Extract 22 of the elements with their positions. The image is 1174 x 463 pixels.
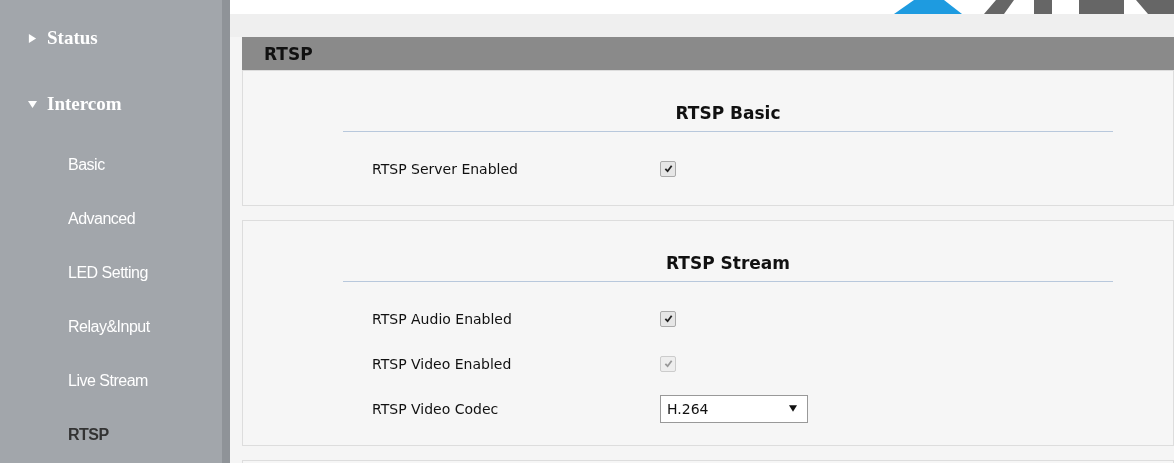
section-title: RTSP Basic bbox=[343, 71, 1113, 132]
submenu-item[interactable]: LED Setting bbox=[68, 264, 148, 288]
submenu-item[interactable]: Relay&Input bbox=[68, 318, 150, 342]
checkbox[interactable] bbox=[660, 310, 676, 327]
menu-item[interactable]: Status bbox=[28, 24, 98, 52]
checkbox[interactable] bbox=[660, 160, 676, 177]
caret-icon bbox=[789, 405, 797, 412]
submenu-item[interactable]: Basic bbox=[68, 156, 105, 180]
menu-item[interactable]: Intercom bbox=[28, 90, 122, 118]
checkmark-icon bbox=[663, 164, 673, 173]
field-label: RTSP Audio Enabled bbox=[372, 310, 513, 327]
field-label: RTSP Server Enabled bbox=[372, 160, 519, 177]
panel-title: RTSP bbox=[264, 43, 313, 64]
codec-dropdown[interactable]: H.264 bbox=[660, 394, 808, 423]
field-label: RTSP Video Codec bbox=[372, 400, 500, 417]
checkmark-icon bbox=[663, 359, 673, 368]
field-label: RTSP Video Enabled bbox=[372, 355, 513, 372]
submenu-item[interactable]: Advanced bbox=[68, 210, 136, 234]
checkmark-icon bbox=[663, 314, 673, 323]
submenu-item[interactable]: RTSP bbox=[68, 426, 109, 450]
submenu-item[interactable]: Live Stream bbox=[68, 372, 148, 396]
section-title: RTSP Stream bbox=[343, 221, 1113, 282]
